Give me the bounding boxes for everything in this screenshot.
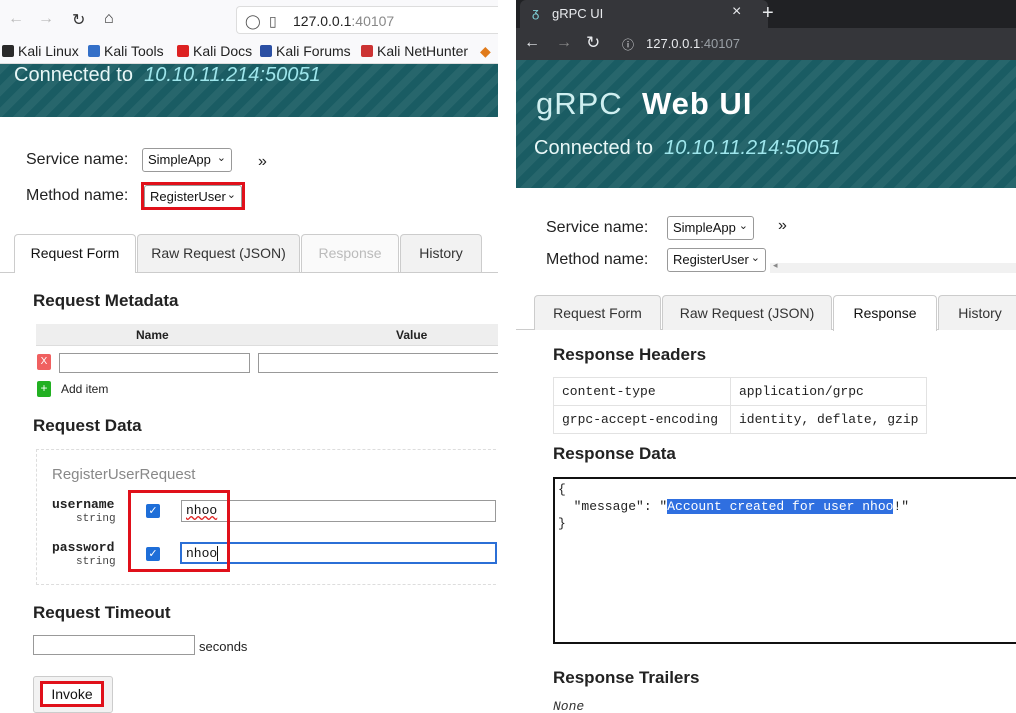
back-icon[interactable]: ← (524, 34, 540, 52)
tab-raw-request[interactable]: Raw Request (JSON) (137, 234, 300, 272)
back-icon[interactable]: ← (8, 10, 24, 28)
tab-request-form[interactable]: Request Form (14, 234, 136, 273)
request-metadata-heading: Request Metadata (33, 291, 179, 310)
chevron-down-icon: ⌄ (738, 220, 748, 232)
tab-history[interactable]: History (400, 234, 482, 272)
header-value: application/grpc (729, 377, 928, 406)
divider (498, 0, 516, 713)
response-data-box[interactable]: { "message": "Account created for user n… (553, 477, 1016, 644)
firefox-toolbar: ← → ↻ ⌂ ◯ ▯ 127.0.0.1:40107 (0, 0, 498, 40)
remove-metadata-button[interactable]: X (37, 354, 51, 370)
header-key: grpc-accept-encoding (553, 405, 731, 434)
connected-text: Connected to 10.10.11.214:50051 (14, 64, 321, 86)
tab-bar: Request Form Raw Request (JSON) Response… (516, 295, 1016, 331)
field-username-name: username (52, 497, 115, 512)
timeout-input[interactable] (33, 635, 195, 655)
forward-icon[interactable]: → (38, 10, 54, 28)
bookmark-kali-nethunter[interactable]: Kali NetHunter (361, 43, 468, 59)
chevron-down-icon: ⌄ (750, 252, 760, 264)
trailers-value: None (553, 699, 585, 713)
tab-title: gRPC UI (552, 6, 604, 21)
add-item-label[interactable]: Add item (61, 382, 108, 396)
url-text[interactable]: 127.0.0.1:40107 (646, 36, 740, 51)
metadata-name-input[interactable] (59, 353, 250, 373)
table-row: grpc-accept-encoding identity, deflate, … (553, 405, 928, 434)
header-value: identity, deflate, gzip (729, 405, 928, 434)
method-name-label: Method name: (26, 187, 129, 204)
bookmark-kali-forums[interactable]: Kali Forums (260, 43, 351, 59)
service-select[interactable]: SimpleApp ⌄ (142, 148, 232, 172)
browser-tab[interactable]: ᵹ gRPC UI × (520, 0, 768, 28)
tab-response[interactable]: Response (833, 295, 937, 331)
info-icon: ⓘ (622, 38, 635, 52)
grpc-logo: gRPC Web UI (536, 86, 753, 121)
close-tab-icon[interactable]: × (732, 3, 741, 21)
home-icon[interactable]: ⌂ (104, 10, 114, 28)
response-data-heading: Response Data (553, 444, 676, 463)
shield-icon: ◯ (245, 13, 261, 29)
expand-icon[interactable]: » (778, 217, 787, 235)
tab-response[interactable]: Response (301, 234, 399, 272)
table-row: content-type application/grpc (553, 377, 928, 406)
bookmark-overflow-icon[interactable]: ◆ (480, 43, 491, 60)
header-banner: Connected to 10.10.11.214:50051 (0, 64, 498, 117)
tab-history[interactable]: History (938, 295, 1016, 330)
bookmark-kali-docs[interactable]: Kali Docs (177, 43, 252, 59)
chromium-tabstrip: ᵹ gRPC UI × + (516, 0, 1016, 28)
left-browser-window: ← → ↻ ⌂ ◯ ▯ 127.0.0.1:40107 Kali Linux K… (0, 0, 498, 713)
service-select[interactable]: SimpleApp ⌄ (667, 216, 754, 240)
method-select[interactable]: RegisterUser ⌄ (667, 248, 766, 272)
scroll-left-icon[interactable]: ◂ (773, 260, 778, 271)
forward-icon[interactable]: → (556, 34, 572, 52)
address-bar[interactable]: ◯ ▯ 127.0.0.1:40107 (236, 6, 498, 34)
reload-icon[interactable]: ↻ (586, 33, 600, 53)
right-browser-window: ᵹ gRPC UI × + ← → ↻ ⓘ 127.0.0.1:40107 gR… (516, 0, 1016, 713)
field-password-name: password (52, 540, 115, 555)
tab-raw-request[interactable]: Raw Request (JSON) (662, 295, 832, 330)
bookmark-kali-linux[interactable]: Kali Linux (2, 43, 79, 59)
page-icon: ▯ (269, 13, 277, 29)
bookmark-kali-tools[interactable]: Kali Tools (88, 43, 164, 59)
metadata-value-input[interactable] (258, 353, 498, 373)
invoke-button[interactable]: Invoke (40, 681, 104, 707)
method-name-label: Method name: (546, 251, 649, 268)
horizontal-scrollbar[interactable]: ◂ (770, 260, 1016, 273)
service-name-label: Service name: (26, 151, 129, 168)
bookmarks-bar: Kali Linux Kali Tools Kali Docs Kali For… (0, 40, 498, 64)
metadata-name-header: Name (136, 328, 169, 342)
header-key: content-type (553, 377, 731, 406)
request-data-heading: Request Data (33, 416, 142, 435)
connected-text: Connected to 10.10.11.214:50051 (534, 137, 841, 159)
chevron-down-icon: ⌄ (216, 152, 226, 164)
seconds-label: seconds (199, 639, 248, 654)
field-password-type: string (76, 556, 116, 568)
message-type-label: RegisterUserRequest (52, 466, 196, 483)
request-timeout-heading: Request Timeout (33, 603, 171, 622)
selected-text: Account created for user nhoo (667, 499, 894, 514)
add-metadata-button[interactable]: + (37, 381, 51, 397)
header-banner: gRPC Web UI Connected to 10.10.11.214:50… (516, 60, 1016, 188)
new-tab-icon[interactable]: + (762, 2, 774, 25)
response-headers-heading: Response Headers (553, 345, 707, 364)
expand-icon[interactable]: » (258, 153, 267, 171)
response-trailers-heading: Response Trailers (553, 668, 700, 687)
highlight-box-method (141, 182, 245, 210)
service-name-label: Service name: (546, 219, 649, 236)
tab-bar: Request Form Raw Request (JSON) Response… (0, 234, 498, 273)
metadata-value-header: Value (396, 328, 428, 342)
reload-icon[interactable]: ↻ (72, 10, 85, 30)
chromium-toolbar: ← → ↻ ⓘ 127.0.0.1:40107 (516, 28, 1016, 60)
response-headers-table: content-type application/grpc grpc-accep… (553, 377, 928, 434)
highlight-box-fields (128, 490, 230, 572)
metadata-table-header: Name Value (36, 324, 498, 346)
grpc-favicon-icon: ᵹ (532, 5, 540, 20)
field-username-type: string (76, 513, 116, 525)
tab-request-form[interactable]: Request Form (534, 295, 661, 330)
url-text: 127.0.0.1:40107 (293, 13, 395, 29)
